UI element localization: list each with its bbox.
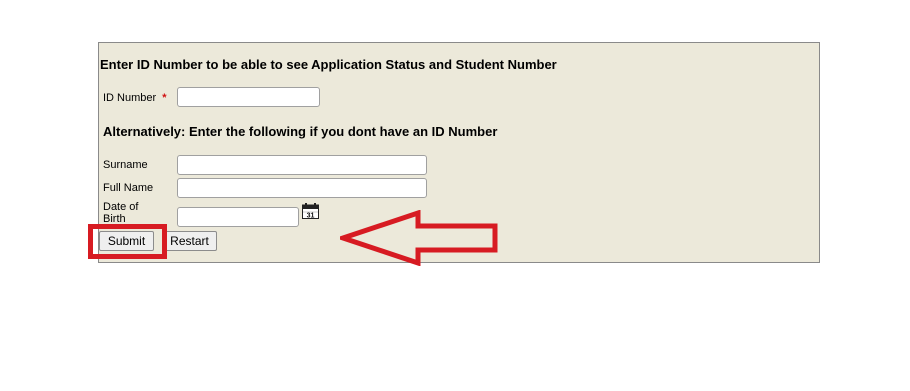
submit-highlight-box <box>88 224 167 259</box>
full-name-label: Full Name <box>103 182 154 194</box>
red-arrow-annotation <box>340 210 498 266</box>
surname-label: Surname <box>103 159 148 171</box>
alternative-heading: Alternatively: Enter the following if yo… <box>103 124 498 139</box>
full-name-input[interactable] <box>177 178 427 198</box>
date-of-birth-input[interactable] <box>177 207 299 227</box>
date-of-birth-label: Date of Birth <box>103 201 139 222</box>
required-marker: * <box>162 92 167 104</box>
id-number-label-row: ID Number * <box>103 92 166 104</box>
id-number-input[interactable] <box>177 87 320 107</box>
form-heading: Enter ID Number to be able to see Applic… <box>100 57 557 72</box>
calendar-day-number: 31 <box>307 213 315 220</box>
calendar-icon[interactable]: 31 <box>302 203 319 219</box>
id-number-label: ID Number <box>103 92 157 104</box>
restart-button[interactable]: Restart <box>162 231 217 251</box>
surname-input[interactable] <box>177 155 427 175</box>
